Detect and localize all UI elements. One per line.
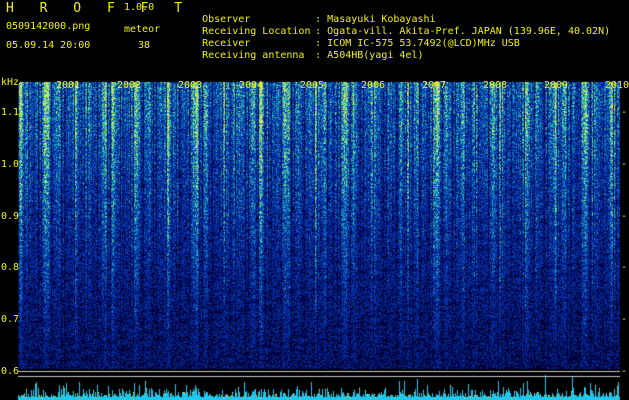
y-tick-label-right: - [621, 314, 628, 326]
x-tick-label: 2004 [239, 80, 264, 91]
info-row-antenna: Receiving antenna: A504HB(yagi 4el) [178, 41, 423, 71]
timestamp: 05.09.14 20:00 [6, 40, 91, 51]
y-tick-label-right: - [621, 210, 628, 222]
app-title: H R O F F T [6, 1, 192, 16]
y-tick-label-right: - [621, 366, 628, 377]
y-tick-label: 0.6 [1, 366, 20, 377]
x-tick-label: 2008 [483, 80, 508, 91]
y-tick-label-right: - [621, 107, 628, 119]
meteor-count: 38 [138, 40, 151, 51]
x-tick-label: 2009 [544, 80, 569, 91]
y-tick-label-right: - [621, 158, 628, 170]
info-label: Receiving antenna [202, 50, 305, 61]
y-axis-unit: kHz [1, 77, 20, 88]
app-version: 1.0.0 [124, 2, 155, 13]
x-tick-label: 2007 [422, 80, 447, 91]
info-sep: : [315, 50, 322, 61]
file-name: 0509142000.png [6, 21, 91, 32]
x-tick-label: 2002 [117, 80, 142, 91]
y-tick-label: 1.1 [1, 107, 20, 119]
x-tick-label: 2005 [300, 80, 325, 91]
info-value: A504HB(yagi 4el) [327, 50, 424, 61]
y-tick-label-right: - [621, 262, 628, 274]
y-tick-label: 1.0 [1, 158, 20, 170]
y-tick-label: 0.9 [1, 210, 20, 222]
x-tick-label: 2006 [361, 80, 386, 91]
y-tick-label: 0.7 [1, 314, 20, 326]
meteor-label: meteor [124, 24, 161, 35]
x-tick-label: 2001 [56, 80, 81, 91]
x-tick-label: 2003 [178, 80, 203, 91]
spectrogram [0, 80, 629, 400]
x-tick-label: 2010 [605, 80, 629, 91]
y-tick-label: 0.8 [1, 262, 20, 274]
